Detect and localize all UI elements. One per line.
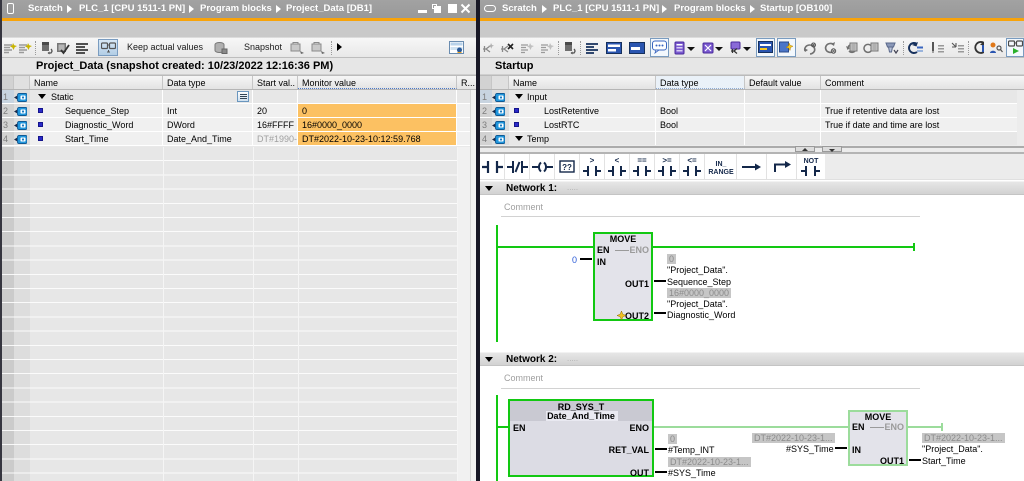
svg-text:IN_: IN_ [716,161,727,168]
svg-text:==: == [637,156,647,165]
svg-text:NOT: NOT [804,158,820,165]
svg-text:>=: >= [662,156,672,165]
svg-text:<=: <= [687,156,697,165]
svg-text:??: ?? [562,163,572,172]
svg-text:<: < [615,156,620,165]
svg-text:>: > [590,156,595,165]
svg-text:RANGE: RANGE [708,169,734,176]
